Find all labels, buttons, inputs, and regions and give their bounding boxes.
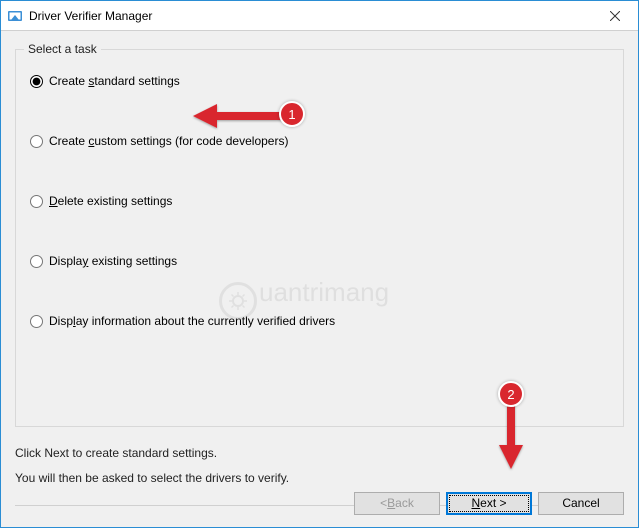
button-row: < Back Next > Cancel [1, 479, 638, 527]
next-button[interactable]: Next > [446, 492, 532, 515]
radio-input[interactable] [30, 255, 43, 268]
radio-label: Delete existing settings [49, 194, 172, 208]
option-delete-existing[interactable]: Delete existing settings [30, 194, 609, 208]
cancel-button[interactable]: Cancel [538, 492, 624, 515]
back-button: < Back [354, 492, 440, 515]
radio-input[interactable] [30, 75, 43, 88]
dialog-body: Select a task Create standard settings C… [1, 31, 638, 479]
task-groupbox: Select a task Create standard settings C… [15, 49, 624, 427]
option-create-custom[interactable]: Create custom settings (for code develop… [30, 134, 609, 148]
dialog-window: Driver Verifier Manager Select a task Cr… [0, 0, 639, 528]
radio-label: Display existing settings [49, 254, 177, 268]
radio-label: Create custom settings (for code develop… [49, 134, 288, 148]
option-display-info[interactable]: Display information about the currently … [30, 314, 609, 328]
radio-label: Display information about the currently … [49, 314, 335, 328]
option-display-existing[interactable]: Display existing settings [30, 254, 609, 268]
radio-label: Create standard settings [49, 74, 180, 88]
radio-input[interactable] [30, 195, 43, 208]
option-create-standard[interactable]: Create standard settings [30, 74, 609, 88]
app-icon [7, 8, 23, 24]
title-bar: Driver Verifier Manager [1, 1, 638, 31]
groupbox-legend: Select a task [24, 42, 101, 56]
task-radio-list: Create standard settings Create custom s… [16, 50, 623, 340]
radio-input[interactable] [30, 315, 43, 328]
close-button[interactable] [592, 1, 638, 31]
window-title: Driver Verifier Manager [29, 9, 592, 23]
radio-input[interactable] [30, 135, 43, 148]
close-icon [610, 11, 620, 21]
hint-line-1: Click Next to create standard settings. [15, 441, 624, 466]
